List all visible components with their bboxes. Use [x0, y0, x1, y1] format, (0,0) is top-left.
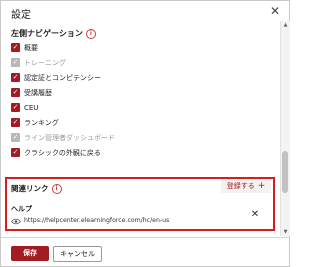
- settings-dialog: 設定 ✕ 左側ナビゲーション i ✓ 概要 ✓ トレーニング ✓ 認定証とコンピテ…: [0, 0, 290, 267]
- nav-item-ceu[interactable]: ✓ CEU: [11, 103, 211, 115]
- left-nav-section-label: 左側ナビゲーション: [11, 29, 83, 38]
- checkbox-icon[interactable]: ✓: [11, 103, 20, 112]
- related-links-section-title: 関連リンク i: [11, 183, 62, 194]
- nav-item-classic-view[interactable]: ✓ クラシックの外観に戻る: [11, 148, 211, 160]
- register-link-button[interactable]: 登録する +: [221, 179, 271, 193]
- remove-link-icon[interactable]: ✕: [250, 210, 260, 220]
- info-icon[interactable]: i: [51, 184, 62, 194]
- save-button[interactable]: 保存: [11, 246, 49, 261]
- footer-divider: [1, 237, 289, 238]
- checkbox-icon: ✓: [11, 58, 20, 67]
- checkbox-icon[interactable]: ✓: [11, 43, 20, 52]
- register-button-label: 登録する: [226, 182, 255, 190]
- cancel-button[interactable]: キャンセル: [53, 246, 102, 262]
- nav-item-certificates[interactable]: ✓ 認定証とコンピテンシー: [11, 73, 211, 85]
- scroll-up-icon[interactable]: ▲: [281, 22, 290, 28]
- nav-item-label: クラシックの外観に戻る: [24, 149, 101, 157]
- nav-item-ranking[interactable]: ✓ ランキング: [11, 118, 211, 130]
- checkbox-icon[interactable]: ✓: [11, 73, 20, 82]
- plus-icon: +: [257, 181, 266, 191]
- nav-item-history[interactable]: ✓ 受講履歴: [11, 88, 211, 100]
- nav-item-manager-dashboard: ✓ ライン管理者ダッシュボード: [11, 133, 211, 145]
- nav-item-training: ✓ トレーニング: [11, 58, 211, 70]
- nav-item-label: ランキング: [24, 119, 59, 127]
- nav-item-label: 受講履歴: [24, 89, 52, 97]
- eye-icon[interactable]: [11, 218, 21, 225]
- info-icon[interactable]: i: [85, 29, 96, 39]
- related-links-section-label: 関連リンク: [11, 184, 49, 193]
- link-url[interactable]: https://helpcenter.elearningforce.com/hc…: [24, 217, 169, 224]
- checkbox-icon[interactable]: ✓: [11, 118, 20, 127]
- dialog-title: 設定: [11, 10, 31, 21]
- link-name: ヘルプ: [11, 205, 32, 213]
- checkbox-icon[interactable]: ✓: [11, 88, 20, 97]
- nav-item-overview[interactable]: ✓ 概要: [11, 43, 211, 55]
- nav-item-label: ライン管理者ダッシュボード: [24, 134, 115, 142]
- scrollbar[interactable]: ▲ ▼: [280, 21, 290, 236]
- scroll-down-icon[interactable]: ▼: [281, 229, 290, 235]
- nav-item-label: 概要: [24, 44, 38, 52]
- nav-item-label: 認定証とコンピテンシー: [24, 74, 101, 82]
- checkbox-icon: ✓: [11, 133, 20, 142]
- nav-item-label: CEU: [24, 104, 39, 112]
- nav-item-label: トレーニング: [24, 59, 66, 67]
- close-icon[interactable]: ✕: [269, 5, 281, 17]
- checkbox-icon[interactable]: ✓: [11, 148, 20, 157]
- left-nav-section-title: 左側ナビゲーション i: [11, 28, 96, 39]
- scrollbar-thumb[interactable]: [282, 151, 288, 193]
